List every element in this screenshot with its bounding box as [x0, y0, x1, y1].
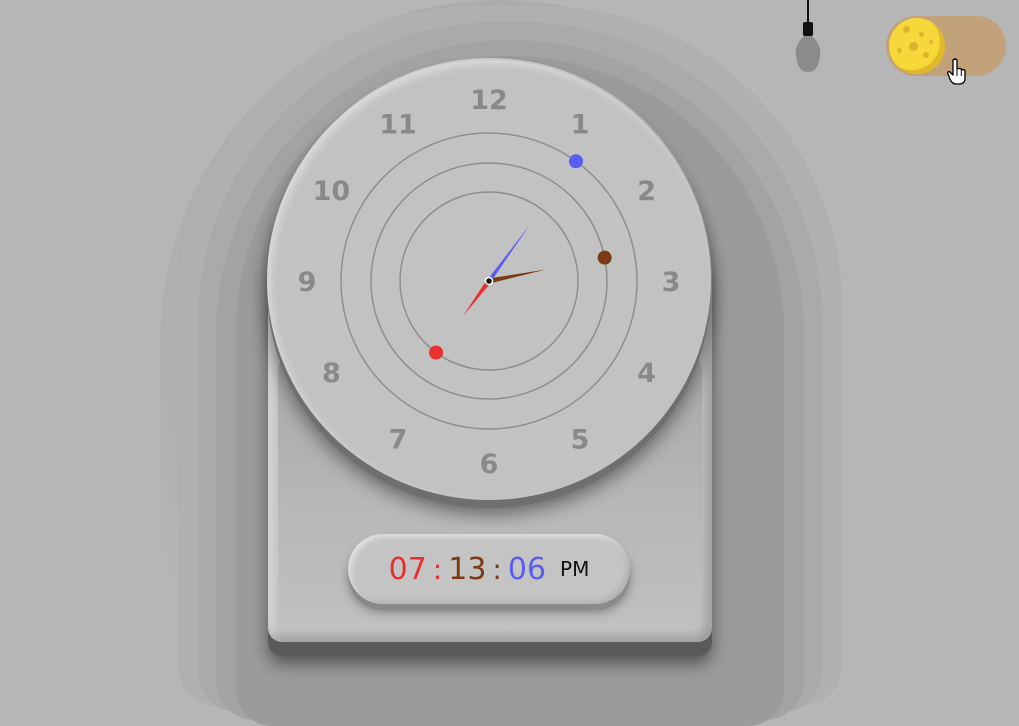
clock-numeral: 2 — [637, 176, 656, 207]
digital-minutes: 13 — [448, 551, 487, 587]
moon-crater — [903, 26, 910, 33]
hour-hand — [462, 279, 492, 317]
moon-crater — [909, 42, 918, 51]
moon-crater — [923, 52, 929, 58]
moon-crater — [897, 48, 902, 53]
hour-dot — [429, 345, 444, 360]
digital-seconds: 06 — [507, 551, 547, 587]
clock-numeral: 10 — [313, 176, 351, 207]
clock-numeral: 6 — [480, 449, 499, 480]
digital-period: PM — [560, 557, 590, 581]
digital-hours: 07 — [388, 551, 427, 587]
digital-separator: : — [492, 552, 502, 586]
center-pin — [484, 276, 494, 286]
minute-dot — [597, 250, 612, 265]
moon-crater — [919, 32, 924, 37]
light-bulb-icon[interactable] — [792, 0, 824, 74]
clock-numeral: 12 — [470, 85, 508, 116]
clock-numeral: 11 — [379, 109, 417, 140]
clock-numeral: 5 — [571, 425, 590, 456]
clock-numeral: 8 — [322, 358, 341, 389]
second-dot — [568, 154, 583, 169]
clock-numeral: 4 — [637, 358, 656, 389]
digital-clock: 07 : 13 : 06 PM — [348, 534, 630, 604]
moon-icon[interactable] — [889, 18, 945, 74]
clock-numeral: 7 — [389, 425, 408, 456]
digital-separator: : — [432, 552, 443, 586]
hand-cursor-icon — [947, 58, 966, 85]
clock-numeral: 1 — [571, 109, 590, 140]
moon-crater — [929, 40, 933, 44]
clock-numeral: 3 — [662, 267, 681, 298]
clock-numeral: 9 — [298, 267, 317, 298]
